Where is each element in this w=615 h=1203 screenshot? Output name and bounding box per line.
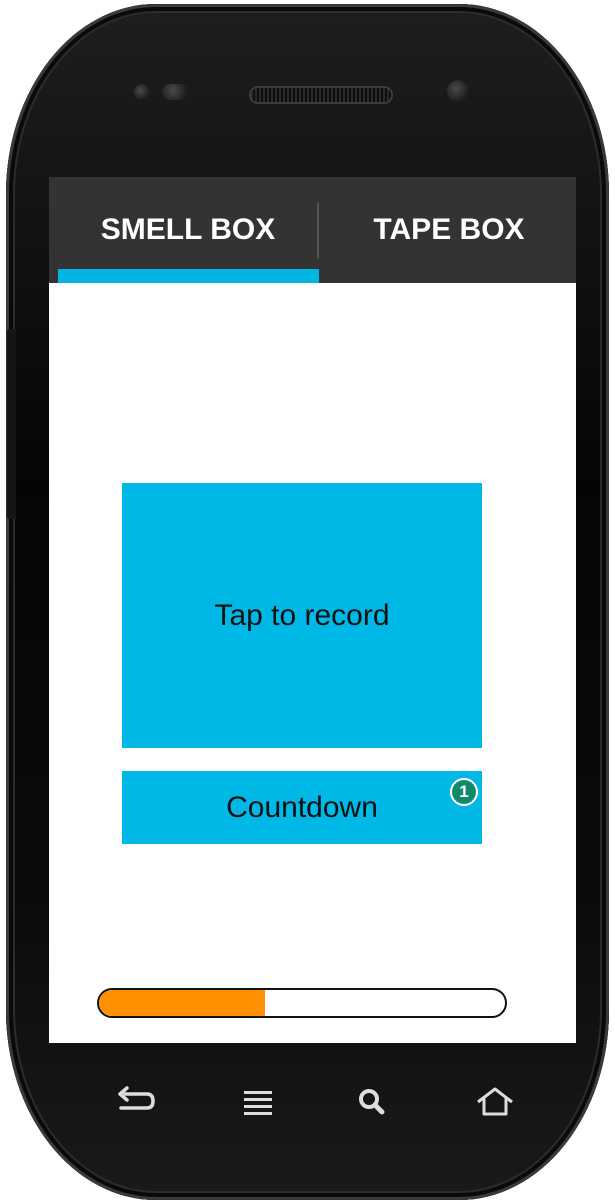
countdown-badge: 1	[450, 778, 478, 806]
search-icon[interactable]	[347, 1082, 397, 1122]
app-screen: SMELL BOX TAPE BOX Tap to record Countdo…	[49, 177, 576, 1043]
front-camera-icon	[447, 80, 469, 102]
record-button[interactable]: Tap to record	[122, 483, 482, 748]
earpiece-speaker	[251, 88, 391, 102]
tab-smell-box[interactable]: SMELL BOX	[58, 177, 318, 283]
menu-icon[interactable]	[233, 1082, 283, 1122]
progress-bar	[97, 988, 507, 1018]
tab-divider	[317, 203, 319, 259]
tab-tape-box[interactable]: TAPE BOX	[322, 177, 576, 283]
progress-fill	[99, 990, 266, 1016]
home-icon[interactable]	[470, 1082, 520, 1122]
record-button-label: Tap to record	[214, 598, 390, 632]
active-tab-indicator	[58, 269, 319, 283]
volume-button	[6, 329, 16, 519]
sensor-icon	[162, 84, 190, 100]
countdown-button-label: Countdown	[226, 790, 378, 824]
back-icon[interactable]	[110, 1082, 160, 1122]
tab-bar: SMELL BOX TAPE BOX	[49, 177, 576, 283]
countdown-button[interactable]: Countdown	[122, 771, 482, 844]
sensor-icon	[134, 84, 150, 100]
